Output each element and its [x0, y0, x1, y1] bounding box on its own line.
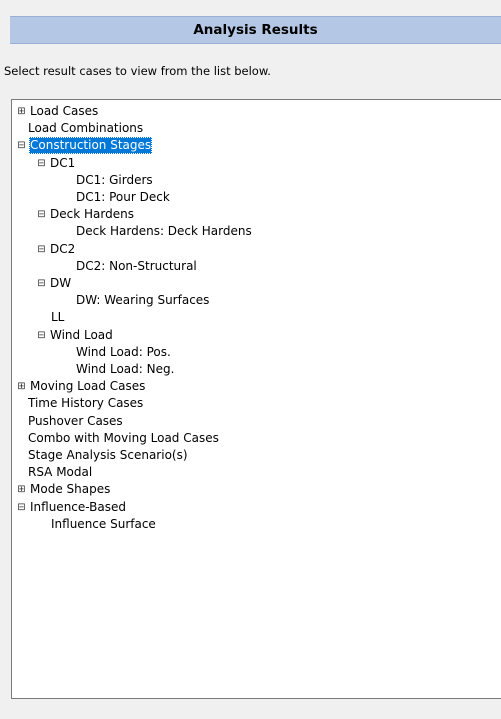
collapse-icon[interactable]: ⊟ [37, 210, 46, 220]
tree-item-label: DC2 [50, 241, 76, 256]
tree-item[interactable]: DC1: Girders [75, 172, 154, 189]
collapse-icon[interactable]: ⊟ [17, 502, 26, 512]
expand-icon[interactable]: ⊞ [17, 382, 26, 392]
tree-item[interactable]: LL [50, 309, 65, 326]
tree-item-label: Construction Stages [29, 137, 153, 155]
collapse-icon[interactable]: ⊟ [17, 141, 26, 151]
tree-item[interactable]: Pushover Cases [27, 413, 124, 430]
tree-item[interactable]: ⊟ Wind Load [37, 327, 114, 344]
tree-item-label: Deck Hardens [50, 207, 134, 222]
tree-item-label: DC2: Non-Structural [76, 258, 197, 273]
tree-item[interactable]: ⊞ Mode Shapes [17, 481, 111, 498]
tree-item-label: Combo with Moving Load Cases [28, 430, 219, 445]
tree-item-label: RSA Modal [28, 465, 93, 480]
tree-item-label: Wind Load [50, 327, 113, 342]
tree-item-label: Mode Shapes [30, 482, 111, 497]
tree-item[interactable]: ⊞ Load Cases [17, 103, 99, 120]
tree-item-label: Stage Analysis Scenario(s) [28, 448, 188, 462]
tree-item[interactable]: ⊟ Deck Hardens [37, 206, 135, 223]
tree-item-label: DW: Wearing Surfaces [76, 293, 210, 308]
tree-item-label: Deck Hardens: Deck Hardens [76, 224, 252, 239]
tree-item[interactable]: ⊟ Influence-Based [17, 499, 127, 516]
tree-item-label: Wind Load: Pos. [76, 344, 171, 359]
collapse-icon[interactable]: ⊟ [37, 244, 46, 254]
tree-item[interactable]: RSA Modal [27, 464, 93, 481]
tree-item-label: Time History Cases [28, 396, 144, 411]
tree-item[interactable]: DC2: Non-Structural [75, 258, 198, 275]
tree-item-label: Moving Load Cases [30, 379, 146, 394]
tree-item-label: Load Combinations [28, 121, 144, 136]
expand-icon[interactable]: ⊞ [17, 107, 26, 117]
tree-item[interactable]: Load Combinations [27, 120, 144, 137]
tree-item[interactable]: Stage Analysis Scenario(s) [27, 447, 189, 464]
collapse-icon[interactable]: ⊟ [37, 158, 46, 168]
tree-item-label: DW [50, 276, 72, 290]
result-case-tree[interactable]: ⊞ Load Cases Load Combinations ⊟ Constructio… [11, 99, 501, 699]
tree-item[interactable]: Wind Load: Pos. [75, 344, 172, 361]
tree-item[interactable]: Combo with Moving Load Cases [27, 430, 220, 447]
tree-item[interactable]: Influence Surface [50, 516, 157, 533]
expand-icon[interactable]: ⊞ [17, 485, 26, 495]
tree-item[interactable]: ⊟ DC2 [37, 241, 76, 258]
tree-item[interactable]: ⊟ DC1 [37, 155, 76, 172]
tree-item[interactable]: Time History Cases [27, 395, 144, 412]
tree-item-label: Influence Surface [51, 516, 156, 531]
tree-item[interactable]: ⊟ DW [37, 275, 72, 292]
tree-item[interactable]: Wind Load: Neg. [75, 361, 175, 378]
header-title: Analysis Results [193, 22, 318, 38]
collapse-icon[interactable]: ⊟ [37, 279, 46, 289]
tree-item-label: Pushover Cases [28, 413, 123, 428]
results-header: Analysis Results [10, 16, 501, 44]
tree-item-label: DC1: Pour Deck [76, 190, 170, 204]
collapse-icon[interactable]: ⊟ [37, 330, 46, 340]
tree-item[interactable]: Deck Hardens: Deck Hardens [75, 223, 253, 240]
tree-item-label: DC1: Girders [76, 172, 153, 187]
tree-item-label: LL [51, 310, 65, 325]
tree-item[interactable]: ⊞ Moving Load Cases [17, 378, 146, 395]
tree-item[interactable]: DC1: Pour Deck [75, 189, 171, 206]
tree-item-label: Influence-Based [30, 499, 127, 514]
tree-item[interactable]: ⊟ Construction Stages [17, 137, 153, 155]
tree-item-label: DC1 [50, 155, 76, 170]
instructions-text: Select result cases to view from the lis… [4, 64, 271, 78]
tree-item-label: Load Cases [30, 104, 99, 118]
tree-item-label: Wind Load: Neg. [76, 362, 175, 376]
tree-item[interactable]: DW: Wearing Surfaces [75, 292, 210, 309]
